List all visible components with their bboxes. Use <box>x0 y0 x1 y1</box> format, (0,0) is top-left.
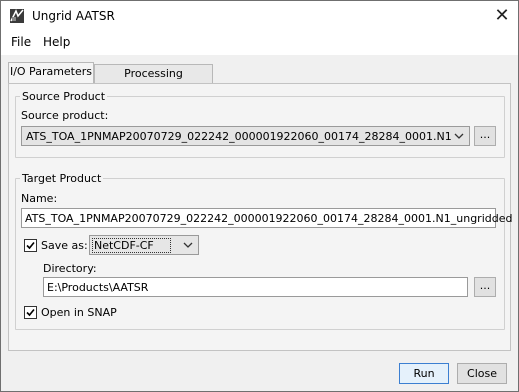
target-product-group-title: Target Product <box>20 172 104 185</box>
save-format-value: NetCDF-CF <box>92 238 171 253</box>
directory-browse-label: ... <box>479 279 491 292</box>
directory-label: Directory: <box>43 262 97 275</box>
source-product-label: Source product: <box>21 109 109 122</box>
chevron-down-icon <box>452 129 466 143</box>
menu-bar: File Help <box>1 31 518 55</box>
source-product-combo[interactable]: ATS_TOA_1PNMAP20070729_022242_0000019220… <box>21 126 470 146</box>
checkmark-icon <box>26 241 35 250</box>
source-browse-label: ... <box>479 128 491 141</box>
tab-processing-parameters[interactable]: Processing Parameters <box>94 64 213 98</box>
checkmark-icon <box>26 308 35 317</box>
close-button[interactable]: Close <box>457 363 507 384</box>
save-format-combo[interactable]: NetCDF-CF <box>89 235 199 255</box>
menu-help[interactable]: Help <box>43 35 70 49</box>
close-window-icon[interactable]: ✕ <box>491 5 513 27</box>
target-name-label: Name: <box>21 192 58 205</box>
open-in-snap-label: Open in SNAP <box>41 306 117 319</box>
chevron-down-icon <box>181 238 195 252</box>
tab-io-parameters-label: I/O Parameters <box>9 65 93 78</box>
target-name-field[interactable]: ATS_TOA_1PNMAP20070729_022242_0000019220… <box>21 208 512 228</box>
menu-file[interactable]: File <box>11 35 31 49</box>
source-product-group-title: Source Product <box>20 90 108 103</box>
target-name-value: ATS_TOA_1PNMAP20070729_022242_0000019220… <box>25 212 513 225</box>
tab-io-parameters[interactable]: I/O Parameters <box>8 62 94 84</box>
run-button-label: Run <box>413 367 435 380</box>
app-icon <box>9 8 25 24</box>
dialog-window: Ungrid AATSR ✕ File Help I/O Parameters … <box>0 0 519 392</box>
source-product-value: ATS_TOA_1PNMAP20070729_022242_0000019220… <box>26 130 452 143</box>
open-in-snap-checkbox[interactable] <box>24 306 37 319</box>
directory-value: E:\Products\AATSR <box>47 281 149 294</box>
window-title: Ungrid AATSR <box>32 9 115 23</box>
directory-field[interactable]: E:\Products\AATSR <box>43 277 468 297</box>
save-as-label: Save as: <box>41 239 88 252</box>
source-browse-button[interactable]: ... <box>474 126 496 146</box>
close-button-label: Close <box>467 367 497 380</box>
save-as-checkbox[interactable] <box>24 239 37 252</box>
run-button[interactable]: Run <box>399 363 449 384</box>
io-parameters-panel: Source Product Source product: ATS_TOA_1… <box>8 83 512 351</box>
directory-browse-button[interactable]: ... <box>474 277 496 297</box>
title-bar[interactable]: Ungrid AATSR ✕ <box>1 1 518 31</box>
